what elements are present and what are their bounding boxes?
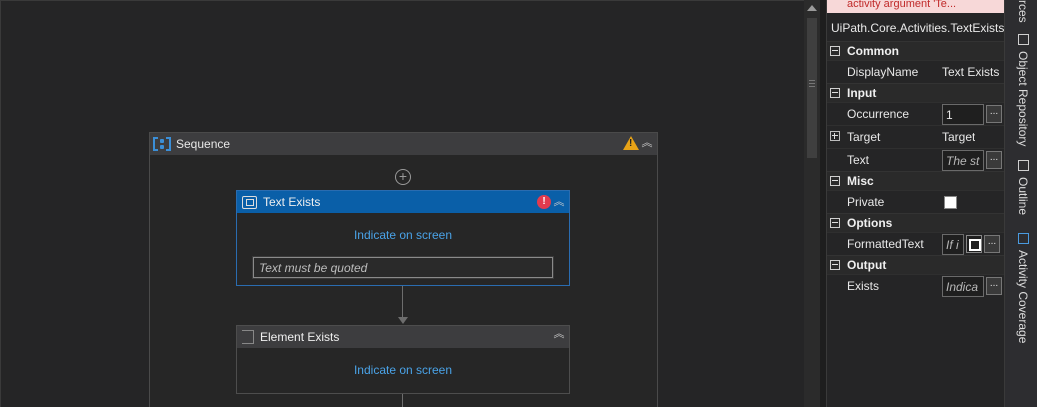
section-label: Misc bbox=[847, 174, 874, 188]
property-row-target[interactable]: Target Target bbox=[827, 125, 1004, 148]
warning-icon[interactable]: ! bbox=[623, 136, 639, 150]
connector-line bbox=[402, 286, 403, 318]
ellipsis-button[interactable]: ... bbox=[986, 105, 1002, 123]
section-options[interactable]: Options bbox=[827, 213, 1004, 232]
private-checkbox[interactable] bbox=[944, 195, 957, 209]
activity-coverage-icon bbox=[1017, 233, 1029, 244]
property-label: FormattedText bbox=[847, 237, 924, 251]
scrollbar-thumb[interactable] bbox=[807, 18, 817, 158]
property-row-formattedtext[interactable]: FormattedText If i ... bbox=[827, 232, 1004, 255]
property-row-text[interactable]: Text The st ... bbox=[827, 148, 1004, 171]
property-label: Exists bbox=[847, 279, 880, 293]
collapse-icon[interactable]: ︽ bbox=[553, 329, 565, 340]
designer-canvas[interactable]: Sequence ! ︽ + Text Exists ! ︽ Indicate … bbox=[0, 0, 806, 407]
tab-activity-coverage[interactable]: Activity Coverage bbox=[1013, 233, 1033, 343]
collapse-section-icon[interactable] bbox=[830, 218, 840, 228]
sequence-header[interactable]: Sequence ! ︽ bbox=[150, 133, 657, 155]
text-exists-activity[interactable]: Text Exists ! ︽ Indicate on screen Text … bbox=[236, 190, 570, 286]
formattedtext-field[interactable]: If i bbox=[942, 233, 964, 255]
text-exists-title: Text Exists bbox=[263, 195, 321, 209]
section-common[interactable]: Common bbox=[827, 41, 1004, 60]
property-label: Private bbox=[847, 195, 885, 209]
add-activity-icon[interactable]: + bbox=[395, 169, 411, 185]
sequence-icon bbox=[153, 136, 171, 152]
property-label: DisplayName bbox=[847, 65, 919, 79]
toggle-button-icon[interactable] bbox=[966, 235, 982, 253]
tab-object-repository[interactable]: Object Repository bbox=[1013, 34, 1033, 146]
collapse-section-icon[interactable] bbox=[830, 88, 840, 98]
property-row-exists[interactable]: Exists Indica ... bbox=[827, 274, 1004, 297]
occurrence-field[interactable]: 1 bbox=[942, 103, 984, 125]
indicate-on-screen-link[interactable]: Indicate on screen bbox=[237, 228, 569, 242]
text-exists-icon bbox=[242, 195, 257, 209]
collapse-section-icon[interactable] bbox=[830, 260, 840, 270]
scroll-up-icon[interactable] bbox=[807, 5, 817, 11]
element-exists-title: Element Exists bbox=[260, 330, 340, 344]
expand-icon[interactable] bbox=[830, 131, 840, 141]
outline-icon bbox=[1017, 160, 1029, 171]
properties-panel: activity argument 'Te... UiPath.Core.Act… bbox=[826, 0, 1004, 407]
element-exists-header[interactable]: Element Exists ︽ bbox=[237, 326, 569, 348]
text-exists-header[interactable]: Text Exists ! ︽ bbox=[237, 191, 569, 213]
section-label: Output bbox=[847, 258, 887, 272]
designer-scrollbar[interactable] bbox=[804, 0, 820, 407]
target-value: Target bbox=[942, 130, 976, 144]
tab-outline[interactable]: Outline bbox=[1013, 160, 1033, 215]
connector-line bbox=[402, 394, 403, 407]
section-misc[interactable]: Misc bbox=[827, 171, 1004, 190]
collapse-section-icon[interactable] bbox=[830, 176, 840, 186]
property-label: Occurrence bbox=[847, 107, 910, 121]
element-exists-icon bbox=[242, 330, 254, 344]
exists-field[interactable]: Indica bbox=[942, 275, 984, 297]
element-exists-activity[interactable]: Element Exists ︽ Indicate on screen bbox=[236, 325, 570, 394]
ellipsis-button[interactable]: ... bbox=[984, 235, 1000, 253]
indicate-on-screen-link[interactable]: Indicate on screen bbox=[237, 363, 569, 377]
property-row-private[interactable]: Private bbox=[827, 190, 1004, 213]
property-row-occurrence[interactable]: Occurrence 1 ... bbox=[827, 102, 1004, 125]
property-label: Target bbox=[827, 130, 940, 144]
object-repository-icon bbox=[1017, 34, 1029, 45]
text-input[interactable]: Text must be quoted bbox=[252, 256, 554, 279]
tab-resources[interactable]: rces bbox=[1013, 0, 1033, 23]
collapse-icon[interactable]: ︽ bbox=[641, 138, 653, 149]
property-label: Text bbox=[847, 153, 870, 167]
collapse-section-icon[interactable] bbox=[830, 46, 840, 56]
error-icon[interactable]: ! bbox=[537, 195, 551, 209]
section-input[interactable]: Input bbox=[827, 83, 1004, 102]
activity-type-name: UiPath.Core.Activities.TextExists bbox=[831, 21, 1005, 35]
section-label: Input bbox=[847, 86, 877, 100]
validation-message: activity argument 'Te... bbox=[827, 0, 1004, 13]
section-label: Options bbox=[847, 216, 893, 230]
ellipsis-button[interactable]: ... bbox=[986, 151, 1002, 169]
text-field[interactable]: The st bbox=[942, 149, 984, 171]
displayname-value[interactable]: Text Exists bbox=[942, 65, 999, 79]
connector-arrow-icon bbox=[398, 317, 408, 324]
section-label: Common bbox=[847, 44, 899, 58]
property-row-displayname[interactable]: DisplayName Text Exists bbox=[827, 60, 1004, 83]
collapse-icon[interactable]: ︽ bbox=[553, 197, 565, 208]
ellipsis-button[interactable]: ... bbox=[986, 277, 1002, 295]
right-dock: rces Object Repository Outline Activity … bbox=[1004, 0, 1037, 407]
section-output[interactable]: Output bbox=[827, 255, 1004, 274]
sequence-title: Sequence bbox=[176, 137, 231, 151]
